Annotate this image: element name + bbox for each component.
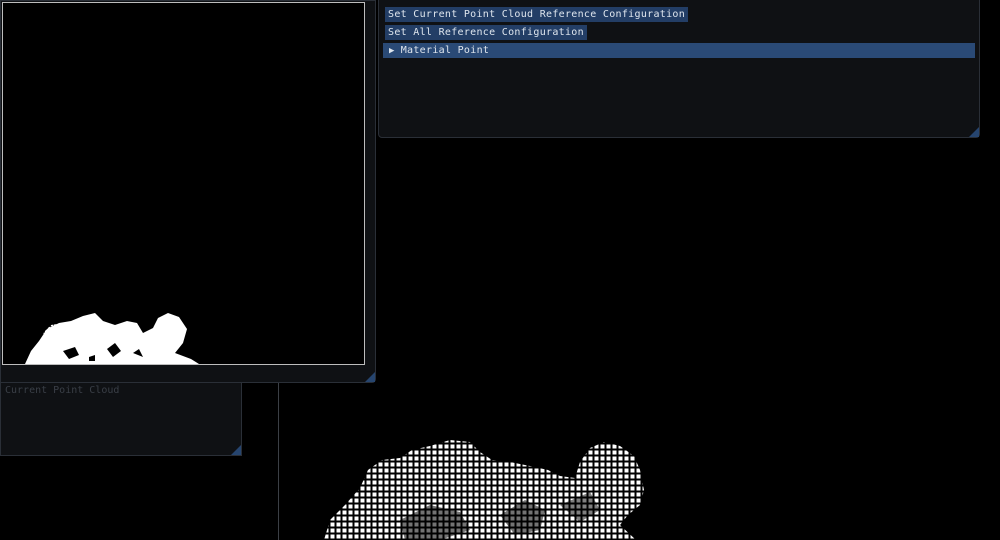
point-cloud-main <box>324 440 644 540</box>
expand-arrow-icon: ▶ <box>389 46 395 56</box>
settings-window[interactable]: Set Current Point Cloud Reference Config… <box>378 0 980 138</box>
set-current-reference-button[interactable]: Set Current Point Cloud Reference Config… <box>385 7 689 22</box>
resize-grip[interactable] <box>231 445 241 455</box>
resize-grip[interactable] <box>969 127 979 137</box>
tree-node-material-point[interactable]: ▶ Material Point <box>383 43 975 58</box>
resize-grip[interactable] <box>365 372 375 382</box>
tree-node-label: Material Point <box>400 45 490 56</box>
set-all-reference-button[interactable]: Set All Reference Configuration <box>385 25 587 40</box>
background-window-label: Current Point Cloud <box>5 385 120 396</box>
point-cloud-preview <box>25 313 199 364</box>
preview-canvas[interactable] <box>2 2 365 365</box>
preview-window[interactable] <box>0 0 376 383</box>
